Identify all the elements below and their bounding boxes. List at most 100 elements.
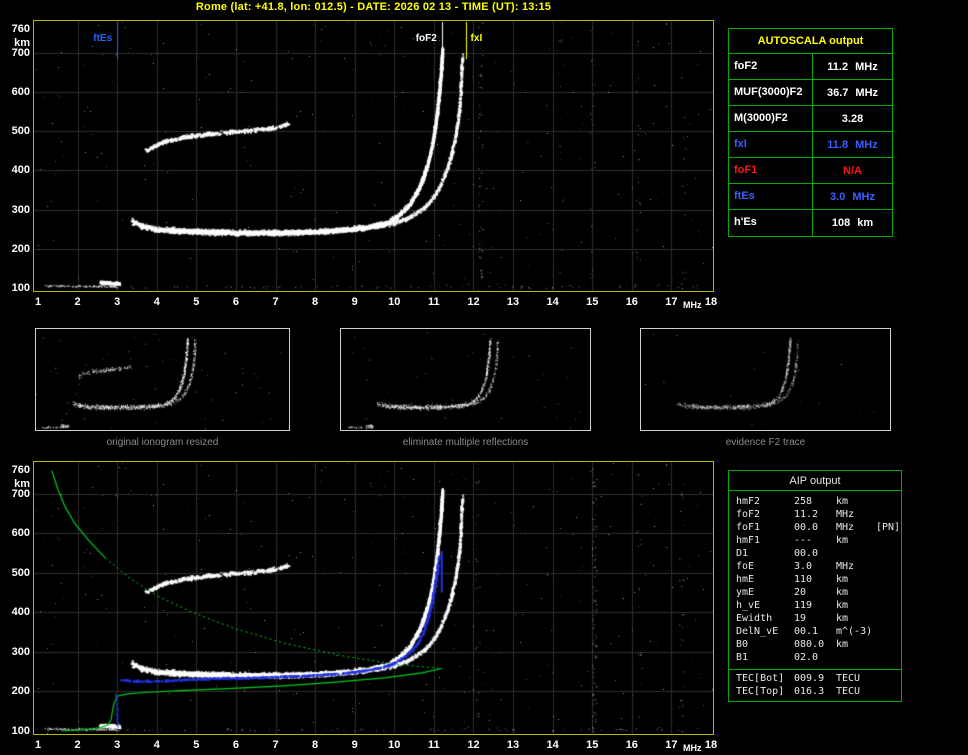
y-tick-bottom-300: 300: [11, 645, 30, 658]
autoscala-param-label: fxI: [729, 132, 813, 157]
fof2-annotation-label: foF2: [415, 33, 437, 44]
x-tick-top-16: 16: [625, 296, 638, 308]
x-tick-bottom-17: 17: [665, 739, 678, 751]
aip-param-name: TEC[Top]: [736, 686, 785, 697]
aip-param-extra: [876, 625, 901, 638]
y-tick-bottom-760: 760: [11, 464, 30, 476]
x-tick-bottom-13: 13: [506, 739, 520, 751]
x-tick-top-5: 5: [193, 296, 200, 308]
autoscala-param-value: 36.7 MHz: [826, 86, 879, 99]
aip-param-extra: [876, 599, 901, 612]
aip-param-value: 080.0: [794, 639, 825, 650]
x-tick-top-18: 18: [704, 296, 718, 308]
x-tick-bottom-6: 6: [232, 739, 239, 751]
autoscala-row-muf3000f2: MUF(3000)F2 36.7 MHz: [729, 80, 892, 106]
autoscala-param-value: 108 km: [831, 217, 874, 229]
x-tick-bottom-11: 11: [428, 739, 440, 751]
x-tick-top-13: 13: [506, 296, 520, 308]
aip-param-unit: km: [836, 574, 849, 585]
aip-param-value: 016.3: [794, 686, 825, 697]
thumbnail-canvas-original: [36, 329, 289, 430]
aip-param-extra: [876, 685, 901, 698]
aip-param-value: 258: [794, 496, 813, 507]
aip-param-extra: [876, 612, 901, 625]
aip-param-extra: [876, 638, 901, 651]
aip-param-extra: [PN]: [876, 522, 901, 533]
aip-separator-line: [729, 669, 901, 670]
aip-row-delnve: DelN_vE 00.1 m^(-3): [736, 625, 901, 638]
aip-param-value: 00.0: [794, 522, 819, 533]
aip-param-name: foE: [736, 561, 755, 572]
autoscala-table-header: AUTOSCALA output: [729, 29, 892, 54]
y-tick-top-200: 200: [11, 242, 30, 255]
y-tick-top-400: 400: [11, 164, 30, 177]
aip-row-fof1: foF1 00.0 MHz [PN]: [736, 521, 901, 534]
aip-param-value: 19: [794, 613, 807, 624]
aip-param-value: 119: [794, 600, 813, 611]
aip-param-value: ---: [794, 535, 813, 546]
aip-tec-rows: TEC[Bot] 009.9 TECU TEC[Top] 016.3 TECU: [729, 671, 901, 701]
caption-evidence-f2-trace: evidence F2 trace: [725, 437, 806, 448]
autoscala-window: Rome (lat: +41.8, lon: 012.5) - DATE: 20…: [0, 0, 968, 755]
aip-param-unit: [836, 547, 876, 560]
y-tick-bottom-500: 500: [11, 566, 30, 579]
autoscala-param-value: 3.0 MHz: [830, 190, 875, 203]
aip-param-value: 02.0: [794, 652, 819, 663]
x-tick-top-12: 12: [467, 296, 480, 308]
aip-param-unit: MHz: [836, 561, 855, 572]
aip-param-extra: [876, 560, 901, 573]
aip-param-value: 11.2: [794, 509, 819, 520]
aip-param-name: D1: [736, 548, 749, 559]
x-tick-top-11: 11: [428, 296, 440, 308]
autoscala-row-m3000f2: M(3000)F2 3.28: [729, 106, 892, 132]
autoscala-row-fof1: foF1 N/A: [729, 158, 892, 184]
aip-row-d1: D1 00.0: [736, 547, 901, 560]
x-tick-bottom-16: 16: [625, 739, 638, 751]
aip-param-value: 00.1: [794, 626, 819, 637]
aip-param-unit: km: [836, 613, 849, 624]
aip-param-value: 00.0: [794, 548, 819, 559]
autoscala-row-ftes: ftEs 3.0 MHz: [729, 184, 892, 210]
aip-parameter-rows: hmF2 258 km foF2 11.2 MHz foF1 00.0 MHz [PN] hmF1 -…: [729, 491, 901, 666]
aip-param-extra: [876, 547, 901, 560]
x-tick-bottom-8: 8: [312, 739, 319, 751]
x-tick-bottom-10: 10: [388, 739, 401, 751]
aip-param-name: hmF1: [736, 535, 761, 546]
aip-param-name: hmE: [736, 574, 755, 585]
aip-param-unit: TECU: [836, 686, 861, 697]
autoscala-param-value: 11.2 MHz: [827, 60, 878, 73]
x-tick-top-10: 10: [388, 296, 401, 308]
aip-param-value: 3.0: [794, 561, 813, 572]
autoscala-param-value: 11.8 MHz: [827, 138, 878, 151]
aip-param-unit: km: [836, 535, 849, 546]
profile-ionogram-plot: [33, 461, 714, 735]
aip-param-unit: m^(-3): [836, 626, 873, 637]
aip-row-yme: ymE 20 km: [736, 586, 901, 599]
aip-param-value: 009.9: [794, 673, 825, 684]
aip-param-unit: km: [836, 587, 849, 598]
x-tick-top-8: 8: [312, 296, 319, 308]
fxi-annotation-label: fxI: [470, 33, 483, 44]
aip-param-extra: [876, 508, 901, 521]
x-tick-bottom-12: 12: [467, 739, 480, 751]
station-date-title: Rome (lat: +41.8, lon: 012.5) - DATE: 20…: [195, 1, 552, 13]
x-tick-top-15: 15: [586, 296, 599, 308]
thumbnail-f2-trace-evidence: [640, 328, 891, 431]
main-ionogram-plot: [33, 20, 714, 292]
aip-param-unit: km: [836, 496, 849, 507]
x-tick-bottom-14: 14: [546, 739, 559, 751]
x-tick-bottom-4: 4: [153, 739, 160, 751]
aip-param-name: h_vE: [736, 600, 761, 611]
x-tick-top-3: 3: [114, 296, 121, 308]
y-tick-bottom-200: 200: [11, 685, 30, 698]
x-tick-bottom-2: 2: [74, 739, 81, 751]
aip-param-value: 20: [794, 587, 807, 598]
aip-param-extra: [876, 672, 901, 685]
y-tick-top-500: 500: [11, 125, 30, 138]
aip-param-name: hmF2: [736, 496, 761, 507]
thumbnail-canvas-reflections: [341, 329, 590, 430]
profile-ionogram-canvas: [34, 462, 713, 734]
aip-param-name: TEC[Bot]: [736, 673, 785, 684]
autoscala-param-label: M(3000)F2: [729, 106, 813, 131]
aip-param-extra: [876, 651, 901, 664]
